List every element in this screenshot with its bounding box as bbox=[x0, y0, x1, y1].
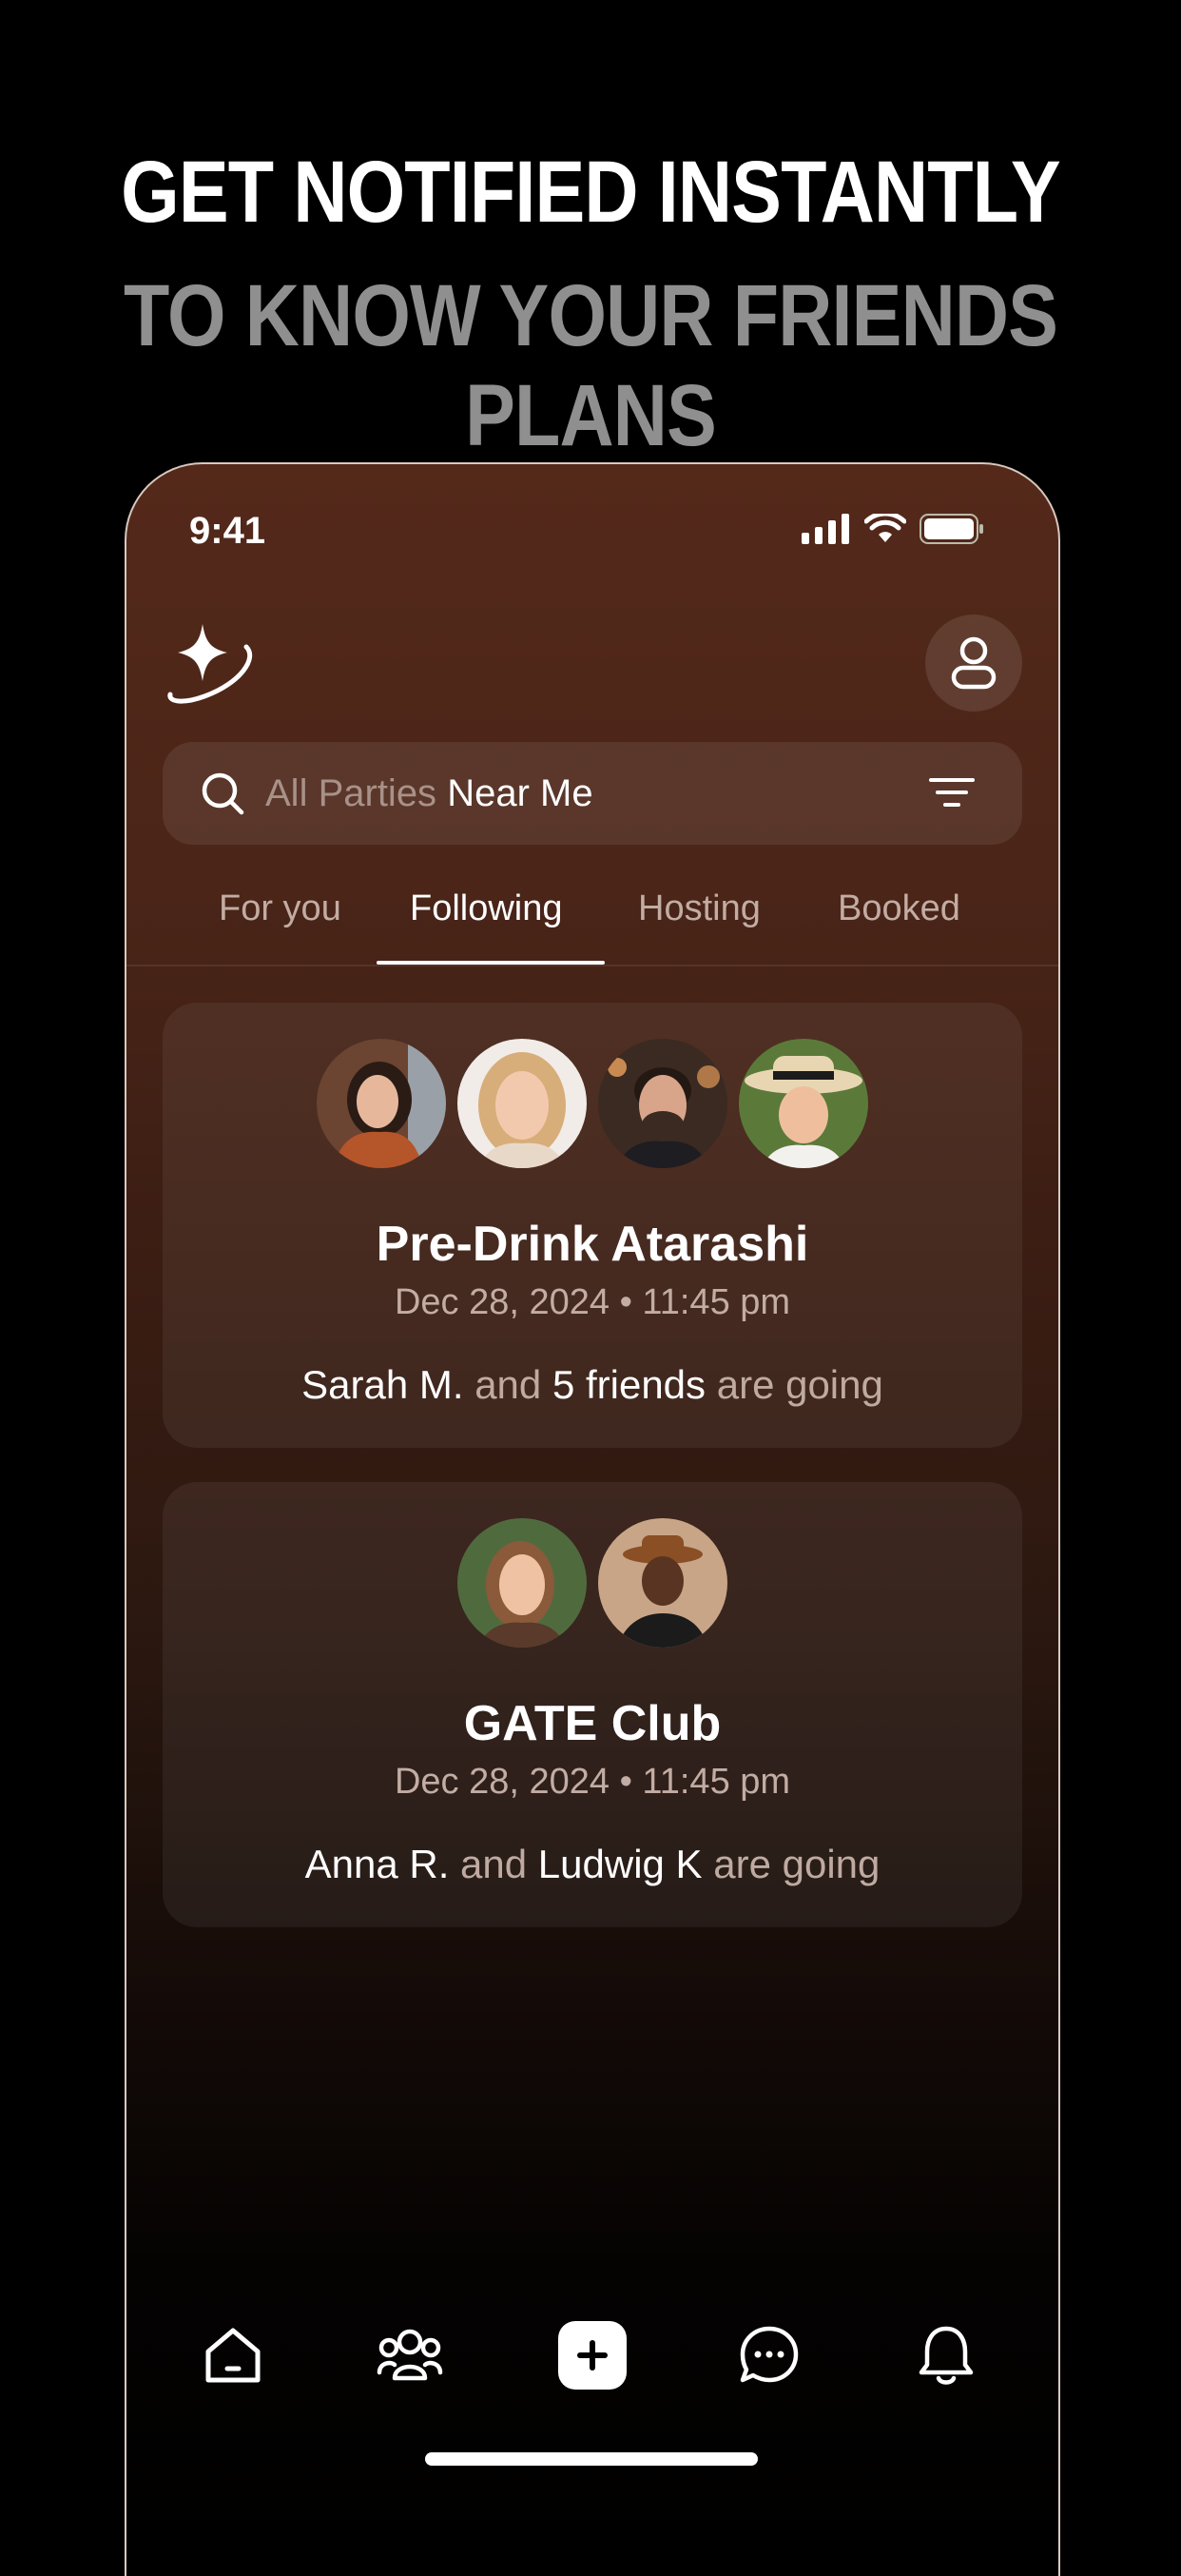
bell-icon bbox=[919, 2326, 974, 2385]
add-button[interactable] bbox=[558, 2321, 627, 2390]
attendance-joiner: and bbox=[460, 1842, 528, 1886]
nav-chat[interactable] bbox=[731, 2317, 807, 2393]
signal-icon bbox=[802, 514, 849, 544]
tab-booked[interactable]: Booked bbox=[838, 888, 960, 929]
home-icon bbox=[205, 2328, 261, 2383]
event-card-gate-club[interactable]: GATE Club Dec 28, 2024 • 11:45 pm Anna R… bbox=[163, 1482, 1022, 1927]
add-icon bbox=[577, 2340, 608, 2371]
event-datetime: Dec 28, 2024 • 11:45 pm bbox=[394, 1762, 791, 1802]
nav-notifications[interactable] bbox=[908, 2317, 984, 2393]
tab-hosting[interactable]: Hosting bbox=[638, 888, 761, 929]
profile-button[interactable] bbox=[925, 615, 1022, 712]
attendee-name: Anna R. bbox=[304, 1842, 450, 1886]
chat-icon bbox=[740, 2326, 799, 2383]
home-indicator[interactable] bbox=[425, 2452, 758, 2466]
user-icon bbox=[951, 636, 997, 690]
avatar bbox=[457, 1039, 587, 1168]
phone-frame: 9:41 All Parties Near Me For you Followi… bbox=[125, 462, 1060, 2576]
tab-following[interactable]: Following bbox=[410, 888, 563, 929]
avatar bbox=[598, 1039, 727, 1168]
friends-avatars bbox=[163, 1039, 1022, 1168]
attendance-joiner: and bbox=[474, 1362, 542, 1407]
avatar bbox=[317, 1039, 446, 1168]
headline-line-1: GET NOTIFIED INSTANTLY bbox=[121, 144, 1061, 241]
nav-home[interactable] bbox=[195, 2317, 271, 2393]
search-icon bbox=[202, 772, 244, 815]
event-attendance: Sarah M. and 5 friends are going bbox=[163, 1362, 1022, 1408]
attendee-others: Ludwig K bbox=[537, 1842, 703, 1886]
event-card-pre-drink-atarashi[interactable]: Pre-Drink Atarashi Dec 28, 2024 • 11:45 … bbox=[163, 1003, 1022, 1448]
search-placeholder: All Parties Near Me bbox=[265, 772, 593, 815]
attendee-name: Sarah M. bbox=[301, 1362, 464, 1407]
search-suffix: Near Me bbox=[447, 771, 593, 814]
attendance-suffix: are going bbox=[713, 1842, 881, 1886]
nav-friends[interactable] bbox=[372, 2317, 448, 2393]
attendance-suffix: are going bbox=[716, 1362, 883, 1407]
sparkle-logo-icon[interactable] bbox=[166, 620, 261, 712]
wifi-icon bbox=[864, 514, 906, 542]
search-prefix: All Parties bbox=[265, 771, 437, 814]
headline-line-2: TO KNOW YOUR FRIENDS PLANS bbox=[123, 267, 1058, 464]
event-title: Pre-Drink Atarashi bbox=[376, 1217, 809, 1272]
attendee-others: 5 friends bbox=[552, 1362, 707, 1407]
avatar bbox=[457, 1518, 587, 1648]
event-attendance: Anna R. and Ludwig K are going bbox=[163, 1842, 1022, 1887]
tab-for-you[interactable]: For you bbox=[219, 888, 341, 929]
bottom-nav bbox=[126, 2317, 1058, 2431]
tabs-divider bbox=[126, 965, 1058, 966]
avatar bbox=[598, 1518, 727, 1648]
search-bar[interactable]: All Parties Near Me bbox=[163, 742, 1022, 845]
status-time: 9:41 bbox=[189, 510, 266, 552]
battery-icon bbox=[920, 514, 983, 544]
nav-add[interactable] bbox=[554, 2317, 630, 2393]
event-title: GATE Club bbox=[463, 1696, 722, 1751]
avatar bbox=[739, 1039, 868, 1168]
friends-avatars bbox=[163, 1518, 1022, 1648]
event-datetime: Dec 28, 2024 • 11:45 pm bbox=[394, 1282, 791, 1322]
filter-icon[interactable] bbox=[929, 774, 975, 812]
tab-bar: For you Following Hosting Booked bbox=[126, 888, 1058, 955]
status-icons bbox=[802, 514, 984, 544]
friends-icon bbox=[377, 2329, 443, 2381]
